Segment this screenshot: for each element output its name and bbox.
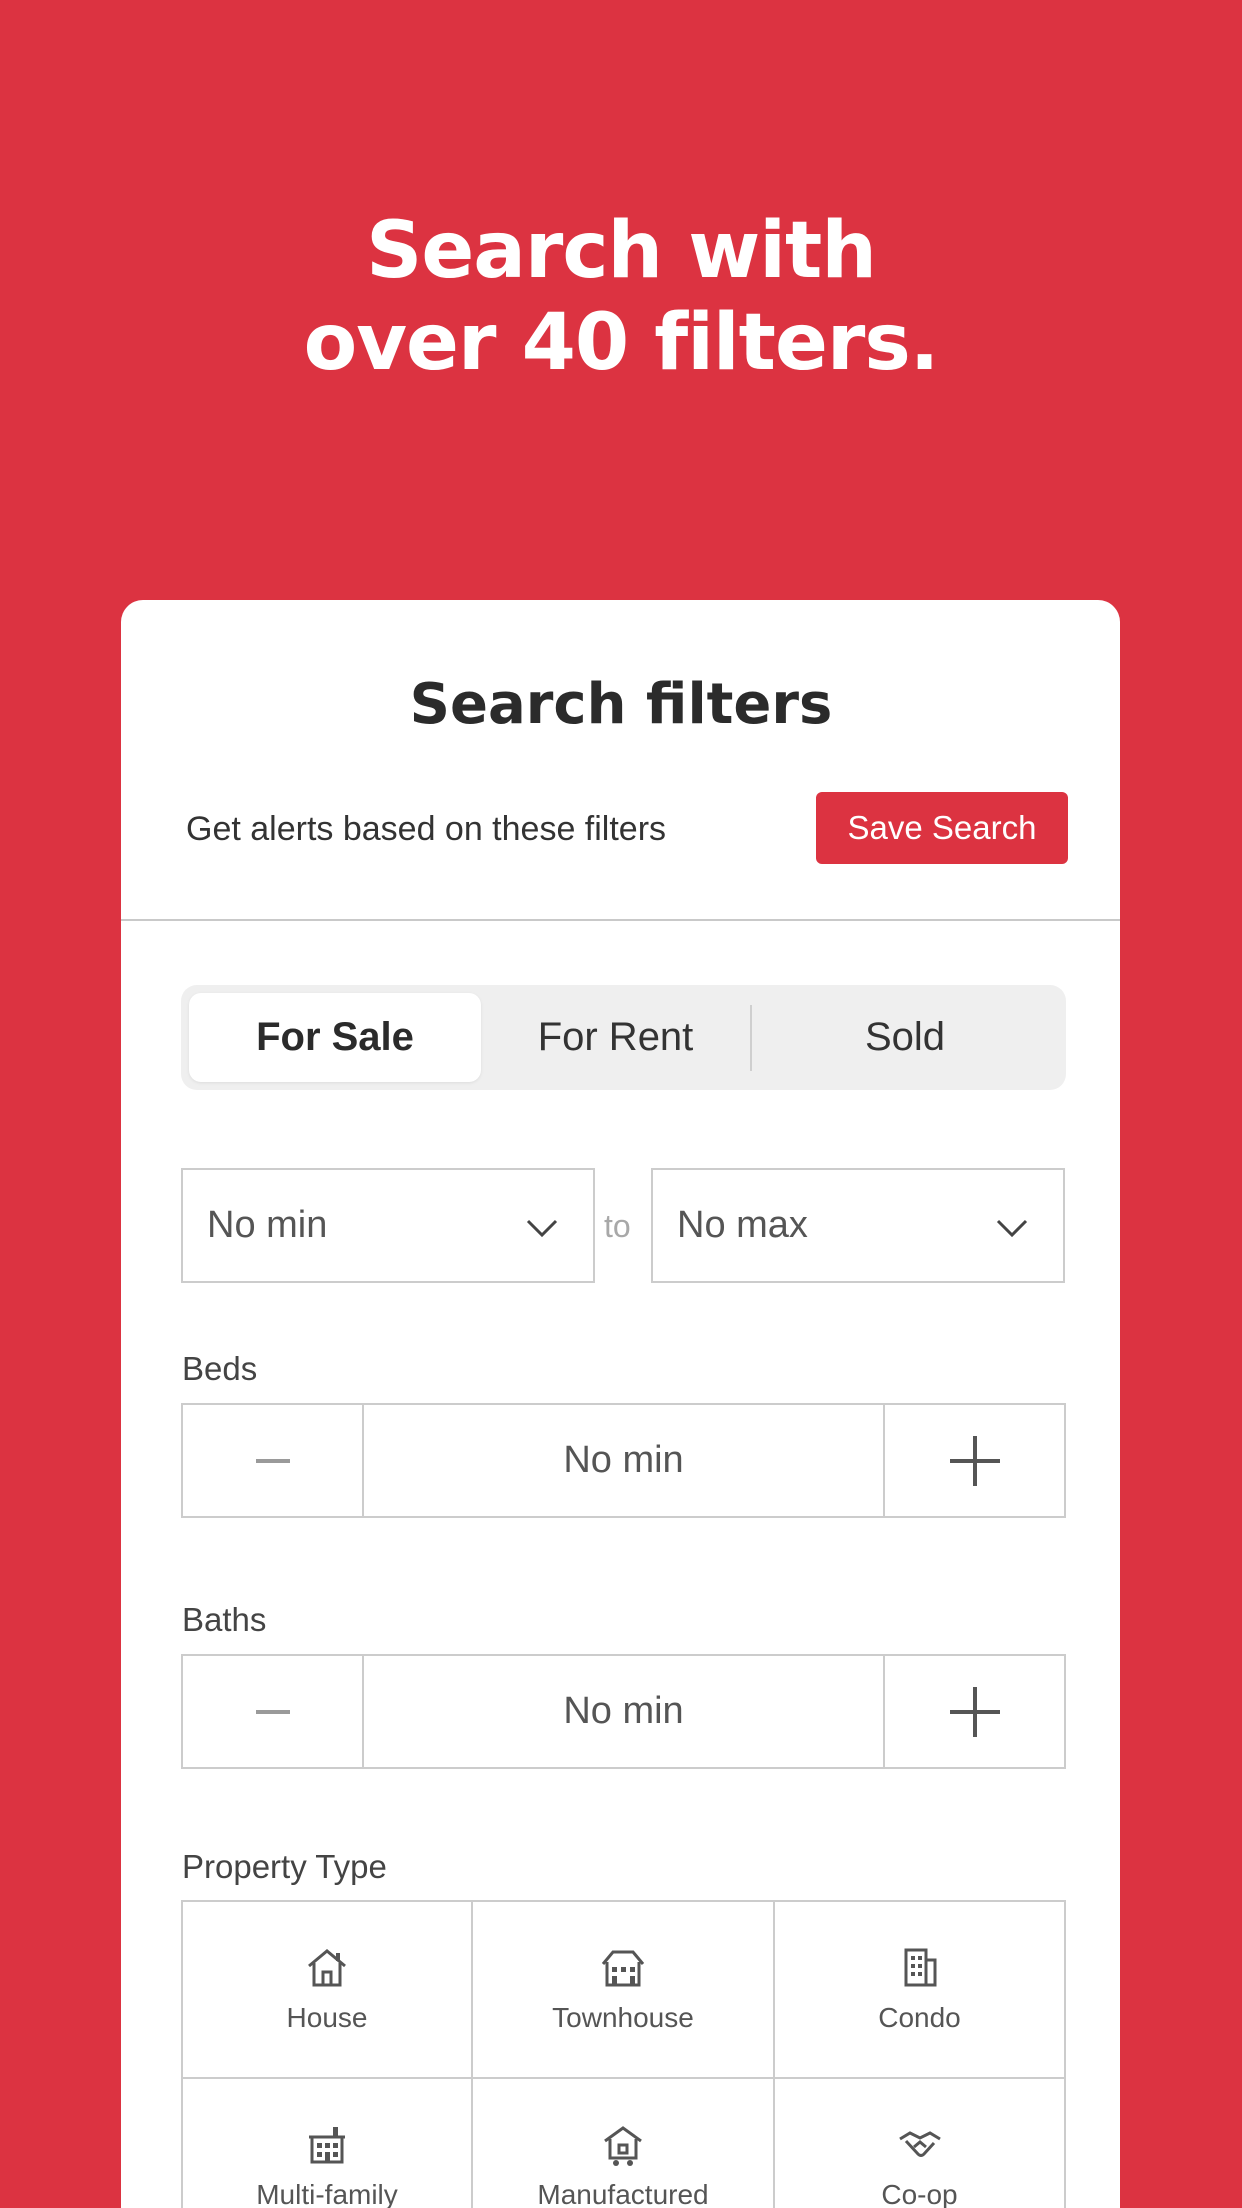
property-type-label-manufactured: Manufactured (537, 2179, 709, 2208)
beds-increment-button[interactable] (883, 1405, 1064, 1516)
price-range-to-label: to (604, 1208, 631, 1244)
hero-line-2: over 40 filters. (303, 298, 940, 388)
baths-label: Baths (182, 1601, 267, 1638)
property-type-house[interactable]: House (183, 1902, 471, 2078)
beds-stepper: No min (181, 1403, 1066, 1518)
minus-icon (255, 1458, 290, 1463)
price-max-select[interactable]: No max (651, 1168, 1065, 1283)
property-type-label: Property Type (182, 1848, 387, 1885)
price-min-select[interactable]: No min (181, 1168, 595, 1283)
townhouse-icon (601, 1950, 645, 1987)
property-type-label-condo: Condo (878, 2002, 961, 2033)
header-divider (121, 919, 1120, 921)
property-type-label-co-op: Co-op (881, 2179, 958, 2208)
hero-headline: Search with over 40 filters. (0, 205, 1242, 389)
chevron-down-icon (526, 1219, 558, 1238)
hero-line-1: Search with (366, 206, 877, 296)
chevron-down-icon (996, 1219, 1028, 1238)
tab-for-rent[interactable]: For Rent (481, 993, 750, 1082)
property-type-townhouse[interactable]: Townhouse (473, 1902, 773, 2078)
beds-value: No min (563, 1439, 684, 1481)
baths-decrement-button[interactable] (183, 1656, 364, 1767)
tab-for-sale[interactable]: For Sale (189, 993, 481, 1082)
property-type-co-op[interactable]: Co-op (775, 2079, 1064, 2208)
beds-decrement-button[interactable] (183, 1405, 364, 1516)
plus-icon (949, 1686, 1000, 1737)
property-type-label-townhouse: Townhouse (552, 2002, 694, 2033)
property-type-condo[interactable]: Condo (775, 1902, 1064, 2078)
baths-value: No min (563, 1690, 684, 1732)
property-type-manufactured[interactable]: Manufactured (473, 2079, 773, 2208)
property-type-label-house: House (286, 2002, 368, 2033)
tab-sold[interactable]: Sold (752, 993, 1058, 1082)
co-op-icon (898, 2131, 941, 2157)
card-title: Search filters (409, 672, 833, 737)
house-icon (308, 1949, 346, 1987)
baths-increment-button[interactable] (883, 1656, 1064, 1767)
property-type-grid: House Townhouse Condo Multi-family Manuf… (181, 1900, 1066, 2208)
price-min-value: No min (207, 1204, 328, 1246)
multi-family-icon (309, 2127, 345, 2164)
price-max-value: No max (677, 1204, 808, 1246)
property-type-label-multi-family: Multi-family (256, 2179, 398, 2208)
listing-type-segmented-control: For Sale For Rent Sold (181, 985, 1066, 1090)
baths-stepper: No min (181, 1654, 1066, 1769)
manufactured-icon (604, 2126, 642, 2166)
plus-icon (949, 1435, 1000, 1486)
screen: Search with over 40 filters. Search filt… (0, 0, 1242, 2208)
minus-icon (255, 1709, 290, 1714)
save-search-button[interactable]: Save Search (816, 792, 1068, 864)
property-type-multi-family[interactable]: Multi-family (183, 2079, 471, 2208)
beds-label: Beds (182, 1350, 258, 1387)
condo-icon (904, 1948, 936, 1987)
alerts-description: Get alerts based on these filters (186, 810, 667, 848)
